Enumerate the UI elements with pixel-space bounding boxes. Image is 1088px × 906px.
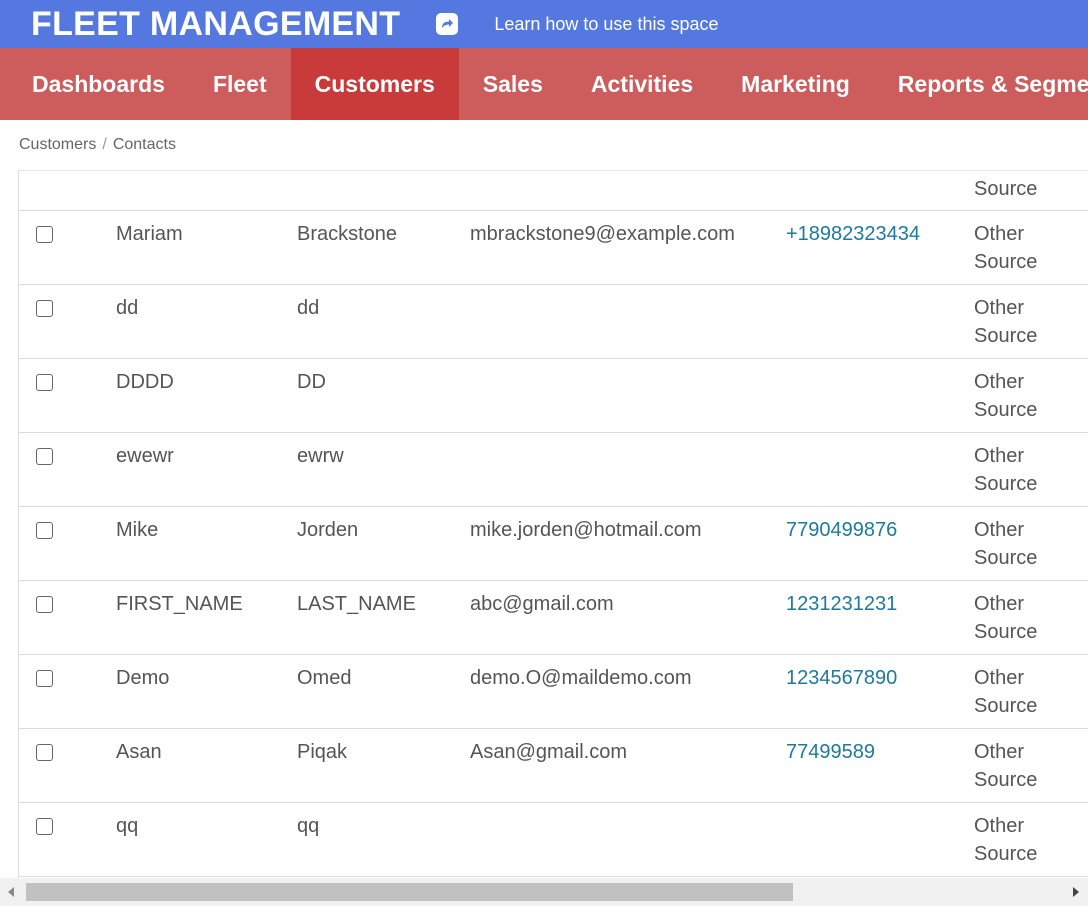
row-checkbox[interactable]: [36, 670, 53, 687]
table-row-partial: Source: [19, 171, 1088, 211]
first-name-cell: ewewr: [116, 445, 174, 467]
source-line: Source: [974, 251, 1038, 273]
last-name-cell: Brackstone: [297, 223, 398, 245]
row-checkbox[interactable]: [36, 744, 53, 761]
source-line: Other: [974, 223, 1025, 245]
email-cell: demo.O@maildemo.com: [470, 667, 692, 689]
learn-link[interactable]: Learn how to use this space: [494, 14, 718, 35]
source-cell: Other Source: [974, 812, 1037, 868]
table-row[interactable]: Asan Piqak Asan@gmail.com 77499589 Other…: [19, 729, 1088, 803]
table-row[interactable]: Mariam Brackstone mbrackstone9@example.c…: [19, 211, 1088, 285]
last-name-cell: LAST_NAME: [297, 593, 416, 615]
source-cell: Other Source: [974, 368, 1037, 424]
nav-fleet[interactable]: Fleet: [189, 48, 291, 120]
first-name-cell: Mariam: [116, 223, 183, 245]
table-row[interactable]: qq qq Other Source: [19, 803, 1088, 877]
phone-link[interactable]: 77499589: [786, 741, 875, 764]
source-line: Other: [974, 815, 1025, 837]
table-row[interactable]: dd dd Other Source: [19, 285, 1088, 359]
nav-dashboards[interactable]: Dashboards: [0, 48, 189, 120]
email-cell: Asan@gmail.com: [470, 741, 628, 763]
table-row[interactable]: Demo Omed demo.O@maildemo.com 1234567890…: [19, 655, 1088, 729]
last-name-cell: Piqak: [297, 741, 348, 763]
email-cell: abc@gmail.com: [470, 593, 614, 615]
source-line: Source: [974, 325, 1038, 347]
row-checkbox[interactable]: [36, 300, 53, 317]
breadcrumb-contacts: Contacts: [112, 136, 176, 153]
contacts-grid: Source Mariam Brackstone mbrackstone9@ex…: [18, 170, 1088, 879]
source-cell: Other Source: [974, 220, 1037, 276]
top-bar: FLEET MANAGEMENT Learn how to use this s…: [0, 0, 1088, 48]
breadcrumb-separator: /: [102, 136, 107, 153]
phone-link[interactable]: 7790499876: [786, 519, 897, 542]
phone-link[interactable]: 1234567890: [786, 667, 897, 690]
source-line: Source: [974, 769, 1038, 791]
share-icon[interactable]: [436, 13, 459, 35]
last-name-cell: qq: [297, 815, 320, 837]
first-name-cell: Mike: [116, 519, 159, 541]
source-cell: Other Source: [974, 442, 1037, 498]
nav-customers[interactable]: Customers: [290, 48, 459, 120]
email-cell: mike.jorden@hotmail.com: [470, 519, 702, 541]
last-name-cell: DD: [297, 371, 326, 393]
source-line: Other: [974, 519, 1025, 541]
source-cell: Source: [974, 178, 1038, 200]
source-line: Source: [974, 547, 1038, 569]
first-name-cell: FIRST_NAME: [116, 593, 243, 615]
source-line: Other: [974, 297, 1025, 319]
source-line: Source: [974, 473, 1038, 495]
source-line: Source: [974, 399, 1038, 421]
breadcrumb: Customers / Contacts: [19, 136, 176, 154]
source-line: Other: [974, 741, 1025, 763]
row-checkbox[interactable]: [36, 226, 53, 243]
scrollbar-thumb[interactable]: [26, 883, 793, 901]
source-line: Source: [974, 621, 1038, 643]
horizontal-scrollbar[interactable]: [0, 878, 1088, 906]
row-checkbox[interactable]: [36, 448, 53, 465]
source-cell: Other Source: [974, 664, 1037, 720]
source-cell: Other Source: [974, 516, 1037, 572]
scroll-right-arrow-icon[interactable]: [1073, 887, 1079, 897]
last-name-cell: ewrw: [297, 445, 344, 467]
source-line: Other: [974, 445, 1025, 467]
table-row[interactable]: Mike Jorden mike.jorden@hotmail.com 7790…: [19, 507, 1088, 581]
first-name-cell: qq: [116, 815, 139, 837]
first-name-cell: DDDD: [116, 371, 174, 393]
breadcrumb-customers[interactable]: Customers: [19, 136, 96, 154]
first-name-cell: Demo: [116, 667, 170, 689]
row-checkbox[interactable]: [36, 818, 53, 835]
table-row[interactable]: ewewr ewrw Other Source: [19, 433, 1088, 507]
email-cell: mbrackstone9@example.com: [470, 223, 735, 245]
source-cell: Other Source: [974, 294, 1037, 350]
phone-link[interactable]: +18982323434: [786, 223, 920, 246]
source-line: Source: [974, 695, 1038, 717]
source-cell: Other Source: [974, 738, 1037, 794]
main-nav: Dashboards Fleet Customers Sales Activit…: [0, 48, 1088, 120]
source-line: Other: [974, 371, 1025, 393]
nav-reports-segments[interactable]: Reports & Segments: [874, 48, 1088, 120]
row-checkbox[interactable]: [36, 374, 53, 391]
nav-activities[interactable]: Activities: [567, 48, 717, 120]
first-name-cell: Asan: [116, 741, 162, 763]
source-line: Source: [974, 843, 1038, 865]
table-row[interactable]: FIRST_NAME LAST_NAME abc@gmail.com 12312…: [19, 581, 1088, 655]
source-line: Other: [974, 593, 1025, 615]
scroll-left-arrow-icon[interactable]: [8, 887, 14, 897]
source-line: Other: [974, 667, 1025, 689]
last-name-cell: Omed: [297, 667, 352, 689]
phone-link[interactable]: 1231231231: [786, 593, 897, 616]
nav-sales[interactable]: Sales: [459, 48, 567, 120]
last-name-cell: Jorden: [297, 519, 359, 541]
source-cell: Other Source: [974, 590, 1037, 646]
nav-marketing[interactable]: Marketing: [717, 48, 874, 120]
last-name-cell: dd: [297, 297, 320, 319]
table-row[interactable]: DDDD DD Other Source: [19, 359, 1088, 433]
app-title: FLEET MANAGEMENT: [31, 4, 401, 43]
row-checkbox[interactable]: [36, 522, 53, 539]
row-checkbox[interactable]: [36, 596, 53, 613]
first-name-cell: dd: [116, 297, 139, 319]
